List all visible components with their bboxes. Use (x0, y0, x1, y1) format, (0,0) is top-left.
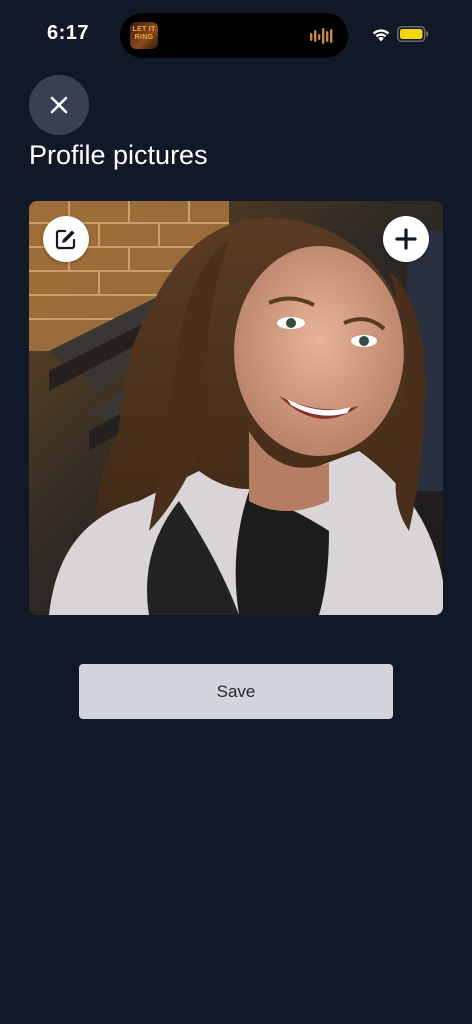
close-icon (50, 96, 68, 114)
edit-photo-button[interactable] (43, 216, 89, 262)
plus-icon (395, 228, 417, 250)
page-title: Profile pictures (29, 140, 208, 170)
edit-icon (55, 229, 76, 250)
add-photo-button[interactable] (383, 216, 429, 262)
profile-photo-card[interactable] (29, 201, 443, 615)
save-button[interactable]: Save (79, 664, 393, 719)
status-bar: 6:17 LET IT RING (0, 0, 472, 70)
close-button[interactable] (29, 75, 89, 135)
battery-icon (397, 26, 429, 42)
status-time: 6:17 (47, 22, 90, 44)
profile-photo (29, 201, 443, 615)
wifi-icon (372, 29, 390, 42)
audio-waveform-icon (310, 28, 333, 44)
album-art-text: LET IT RING (132, 26, 156, 41)
dynamic-island[interactable]: LET IT RING (120, 13, 348, 58)
now-playing-album-art: LET IT RING (130, 22, 158, 49)
